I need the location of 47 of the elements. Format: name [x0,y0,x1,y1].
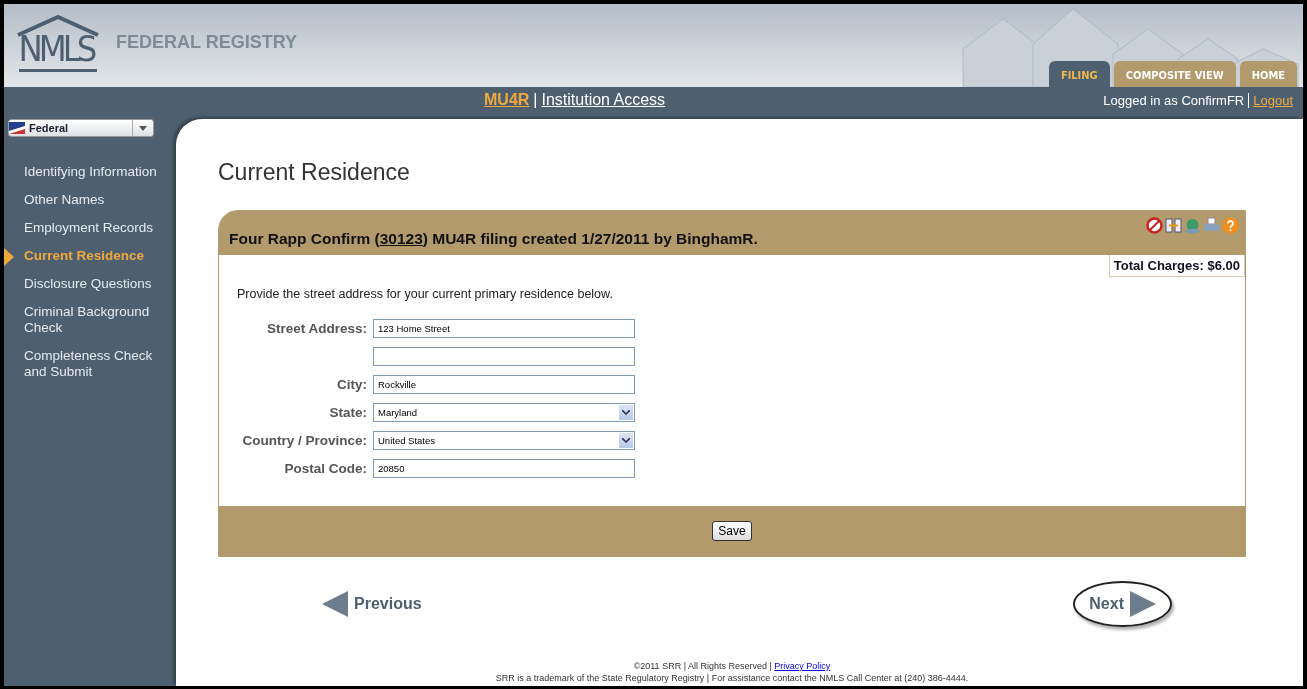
nav-tab[interactable]: FILING [1048,61,1110,87]
total-charges-text: Total Charges: $6.00 [1108,255,1245,277]
field-label: Country / Province: [241,433,367,448]
caret-icon [139,125,147,131]
field-label: City: [336,377,367,392]
site-title: FEDERAL REGISTRY [116,32,298,53]
text-field[interactable]: 20850 [373,459,635,478]
sidebar-item[interactable]: Identifying Information [4,164,176,180]
trademark-text: SRR is a trademark of the State Regulatory Registry | For assistance contact the NMLS Call Center at (240) 386-4444. [494,672,970,684]
instructions-text: Provide the street address for your current primary residence below. [237,287,614,301]
sidebar-item[interactable]: Disclosure Questions [4,276,176,292]
text-field[interactable]: 123 Home Street [373,319,635,338]
flag-icon [9,122,25,134]
pointer-icon [4,248,14,266]
save-button[interactable]: Save [712,521,752,541]
help-icon[interactable] [1222,217,1239,234]
field-label: Postal Code: [283,461,367,476]
region-dropdown[interactable]: Federal [8,119,154,137]
left-arrow-icon [322,591,348,617]
text-field[interactable]: Rockville [373,375,635,394]
text-field[interactable] [373,347,635,366]
printer-icon[interactable] [1203,217,1220,234]
filing-id-link[interactable]: 30123 [379,230,423,247]
separator-text: | [533,91,538,109]
caret-icon [622,410,630,415]
field-label: State: [328,405,367,420]
logged-in-text: Logged in as ConfirmFR [1103,92,1250,108]
previous-button[interactable]: Previous [314,585,430,623]
copyright-text: ©2011 SRR | All Rights Reserved | Privacy Policy [632,660,832,672]
compare-icon[interactable] [1165,217,1182,234]
house-roof-icon [16,15,100,37]
next-button[interactable]: Next [1073,581,1172,627]
right-arrow-icon [1130,591,1156,617]
privacy-policy-link[interactable]: Privacy Policy [774,661,831,671]
sidebar-item[interactable]: Other Names [4,192,176,208]
page-title: Current Residence [218,159,411,186]
sidebar-item[interactable]: Employment Records [4,220,176,236]
select-field[interactable]: Maryland [373,403,635,422]
sidebar-item[interactable]: Criminal Background Check [4,304,176,336]
caret-icon [622,438,630,443]
field-label: Street Address: [265,321,367,336]
logout-link[interactable]: Logout [1253,92,1293,108]
logo-text: NMLS [18,29,98,72]
sidebar-item[interactable]: Completeness Check and Submit [4,348,176,380]
institution-access-link[interactable]: Institution Access [541,91,666,109]
select-field[interactable]: United States [373,431,635,450]
filing-heading: Four Rapp Confirm (30123) MU4R filing created 1/27/2011 by BinghamR. [229,230,758,248]
